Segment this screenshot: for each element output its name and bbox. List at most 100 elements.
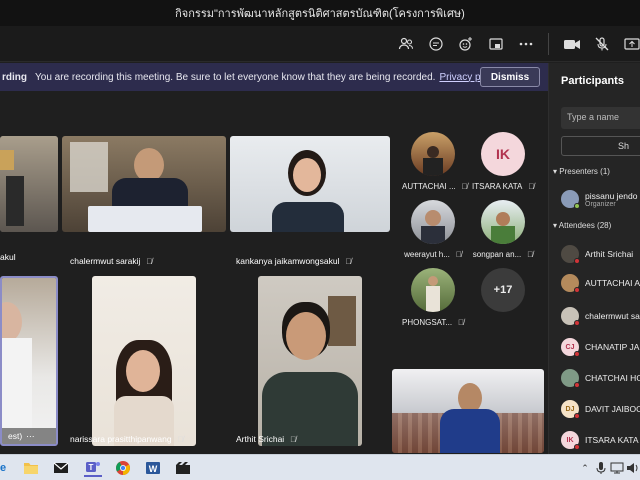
participant-name: AUTTACHAI A bbox=[585, 278, 640, 288]
avatar-tile[interactable]: PHONGSAT... 🎙̸ bbox=[402, 268, 464, 327]
avatar-tile[interactable]: IK ITSARA KATA 🎙̸ bbox=[472, 132, 534, 191]
video-tile-selected[interactable]: est) ⋯ bbox=[0, 276, 58, 446]
avatar: CJ bbox=[561, 338, 580, 357]
self-view-tile[interactable] bbox=[392, 369, 544, 453]
chrome-icon[interactable] bbox=[114, 459, 132, 477]
participant-name: ITSARA KATA bbox=[585, 435, 639, 445]
presenters-header[interactable]: ▾ Presenters (1) bbox=[553, 167, 610, 176]
status-dot bbox=[574, 444, 580, 450]
chat-icon[interactable] bbox=[426, 34, 446, 54]
avatar bbox=[561, 245, 580, 264]
share-tray-icon[interactable] bbox=[622, 34, 640, 54]
mic-off-icon[interactable] bbox=[592, 34, 612, 54]
toolbar-divider bbox=[548, 33, 549, 55]
video-tile[interactable] bbox=[62, 136, 226, 232]
participant-label: narissara prasitthipanwang 🎙̸ bbox=[70, 434, 184, 444]
participant-row[interactable]: CHATCHAI HO bbox=[561, 367, 640, 389]
participant-row[interactable]: IK ITSARA KATA bbox=[561, 429, 640, 451]
taskbar: e T W ⌃ bbox=[0, 454, 640, 480]
mic-off-icon: 🎙̸ bbox=[146, 257, 153, 266]
mic-off-icon: 🎙̸ bbox=[455, 250, 462, 259]
video-tile[interactable] bbox=[230, 136, 390, 232]
svg-text:W: W bbox=[149, 464, 158, 474]
participants-panel: Participants Type a name Sh ▾ Presenters… bbox=[548, 63, 640, 454]
attendees-header[interactable]: ▾ Attendees (28) bbox=[553, 221, 611, 230]
avatar: IK bbox=[481, 132, 525, 176]
share-invite-button[interactable]: Sh bbox=[561, 136, 640, 156]
avatar bbox=[561, 274, 580, 293]
participant-name: weerayut h... bbox=[404, 250, 450, 259]
participant-label: kankanya jaikamwongsakul 🎙̸ bbox=[236, 256, 351, 266]
avatar bbox=[411, 132, 455, 176]
participant-row[interactable]: CJ CHANATIP JA bbox=[561, 336, 640, 358]
participant-name: songpan an... bbox=[472, 250, 522, 259]
attendees-header-label: Attendees (28) bbox=[558, 221, 612, 230]
status-dot bbox=[574, 320, 580, 326]
participant-name: CHATCHAI HO bbox=[585, 373, 640, 383]
volume-icon[interactable] bbox=[624, 459, 640, 477]
avatar bbox=[561, 190, 580, 209]
dismiss-button[interactable]: Dismiss bbox=[480, 67, 540, 87]
participant-row[interactable]: Arthit Srichai bbox=[561, 243, 640, 265]
participant-row[interactable]: AUTTACHAI A bbox=[561, 272, 640, 294]
mic-off-icon: 🎙̸ bbox=[458, 318, 465, 327]
word-icon[interactable]: W bbox=[144, 459, 162, 477]
more-participants-button[interactable]: +17 bbox=[472, 268, 534, 312]
overflow-count: +17 bbox=[481, 268, 525, 312]
more-icon[interactable] bbox=[516, 34, 536, 54]
participant-name: Arthit Srichai bbox=[236, 434, 285, 444]
participant-row[interactable]: DJ DAVIT JAIBOO bbox=[561, 398, 640, 420]
participant-label: est) ⋯ bbox=[2, 428, 56, 444]
people-icon[interactable] bbox=[396, 34, 416, 54]
camera-icon[interactable] bbox=[562, 34, 582, 54]
panel-title: Participants bbox=[561, 75, 624, 87]
video-tile[interactable] bbox=[0, 136, 58, 232]
participant-row[interactable]: pissanu jendo Organizer bbox=[561, 185, 640, 213]
mic-off-icon: 🎙̸ bbox=[290, 435, 297, 444]
participant-name: DAVIT JAIBOO bbox=[585, 404, 640, 414]
participant-label: Arthit Srichai 🎙̸ bbox=[236, 434, 296, 444]
participant-name: Arthit Srichai bbox=[585, 249, 634, 259]
participant-name: pissanu jendo bbox=[585, 190, 638, 201]
status-dot bbox=[574, 287, 580, 293]
avatar bbox=[411, 268, 455, 312]
avatar-initials: DJ bbox=[565, 405, 575, 413]
avatar bbox=[481, 200, 525, 244]
reactions-icon[interactable] bbox=[456, 34, 476, 54]
share-icon[interactable] bbox=[486, 34, 506, 54]
avatar bbox=[411, 200, 455, 244]
avatar-tile[interactable]: AUTTACHAI ... 🎙̸ bbox=[402, 132, 468, 191]
video-tile[interactable] bbox=[92, 276, 196, 446]
overflow-count-label: +17 bbox=[493, 284, 513, 296]
participant-row[interactable]: chalermwut sa bbox=[561, 305, 640, 327]
more-icon[interactable]: ⋯ bbox=[26, 431, 35, 442]
svg-text:T: T bbox=[89, 463, 94, 472]
status-dot bbox=[574, 413, 580, 419]
participant-role: Organizer bbox=[585, 200, 616, 208]
avatar-tile[interactable]: songpan an... 🎙̸ bbox=[472, 200, 534, 259]
teams-icon[interactable]: T bbox=[84, 459, 102, 477]
edge-icon[interactable]: e bbox=[0, 459, 12, 477]
video-editor-icon[interactable] bbox=[174, 459, 192, 477]
share-invite-label: Sh bbox=[618, 141, 630, 151]
avatar bbox=[561, 369, 580, 388]
file-explorer-icon[interactable] bbox=[22, 459, 40, 477]
video-tile[interactable] bbox=[258, 276, 362, 446]
video-stage: akul chalermwut sarakij 🎙̸ kankanya jaika… bbox=[0, 92, 548, 454]
avatar bbox=[561, 307, 580, 326]
avatar: IK bbox=[561, 431, 580, 450]
participant-label: chalermwut sarakij 🎙̸ bbox=[70, 256, 152, 266]
participant-name: ITSARA KATA bbox=[472, 182, 523, 191]
participant-name: narissara prasitthipanwang bbox=[70, 434, 172, 444]
mail-icon[interactable] bbox=[52, 459, 70, 477]
window-title-bar: กิจกรรม"การพัฒนาหลักสูตรนิติศาสตรบัณฑิต(… bbox=[0, 0, 640, 26]
avatar-tile[interactable]: weerayut h... 🎙̸ bbox=[402, 200, 464, 259]
mic-off-icon: 🎙̸ bbox=[177, 435, 184, 444]
participant-name: est) bbox=[8, 431, 23, 441]
search-input[interactable]: Type a name bbox=[561, 107, 640, 129]
participant-name: CHANATIP JA bbox=[585, 342, 640, 352]
participant-name: chalermwut sarakij bbox=[70, 256, 141, 266]
participant-name: PHONGSAT... bbox=[402, 318, 453, 327]
participant-name: akul bbox=[0, 252, 16, 262]
status-dot bbox=[574, 203, 580, 209]
